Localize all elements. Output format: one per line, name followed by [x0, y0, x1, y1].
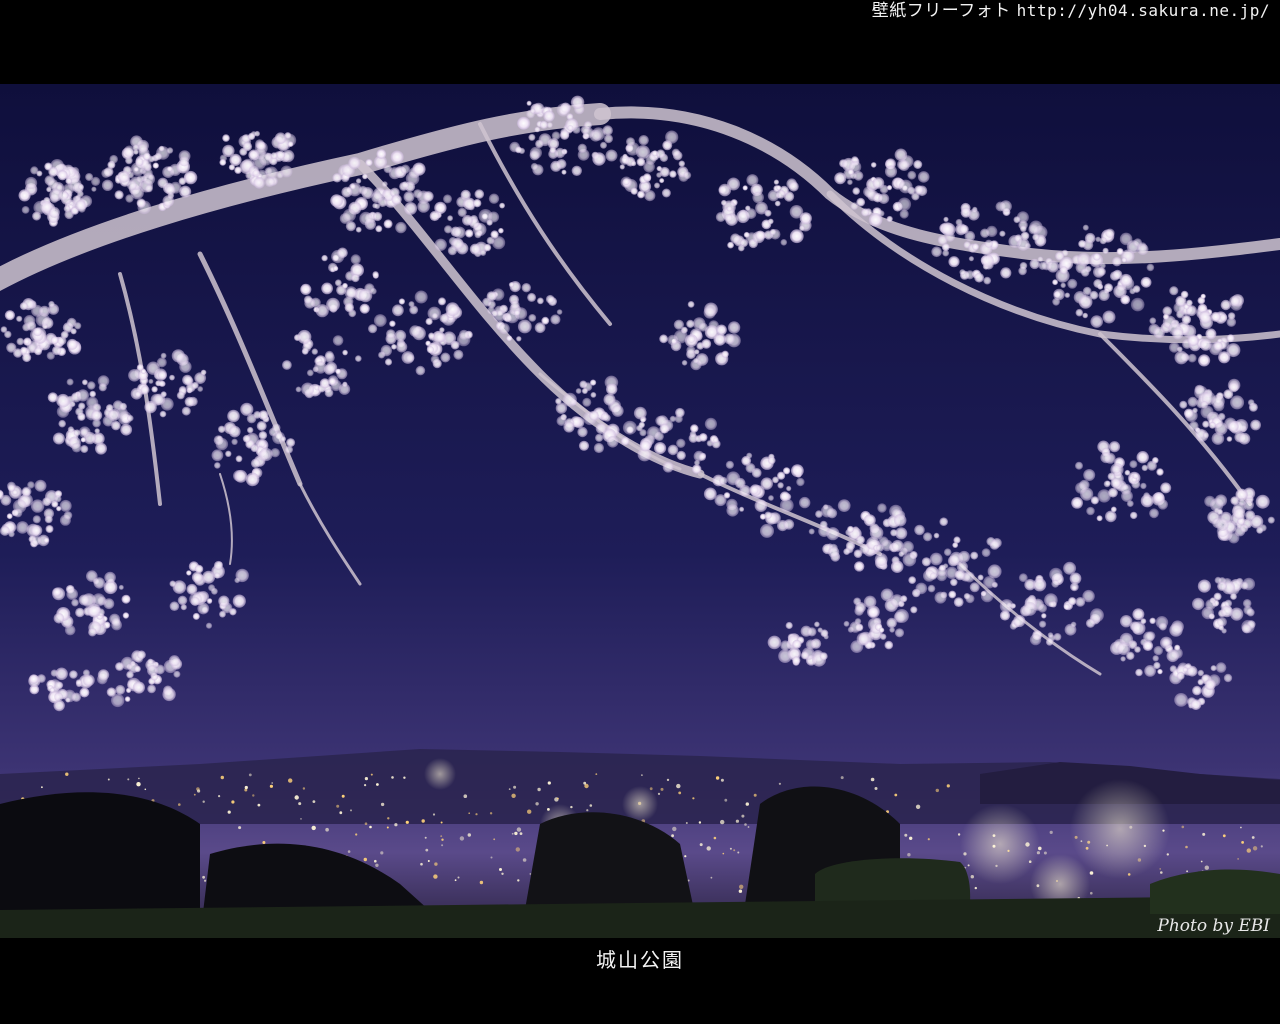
- site-name: 壁紙フリーフォト: [871, 1, 1011, 21]
- photo-caption: 城山公園: [596, 948, 684, 972]
- photographer-signature: Photo by EBI: [1157, 916, 1270, 936]
- site-url: http://yh04.sakura.ne.jp/: [1016, 1, 1270, 20]
- night-cherry-blossom-photo: Photo by EBI: [0, 84, 1280, 938]
- site-credit: 壁紙フリーフォト http://yh04.sakura.ne.jp/: [872, 0, 1270, 22]
